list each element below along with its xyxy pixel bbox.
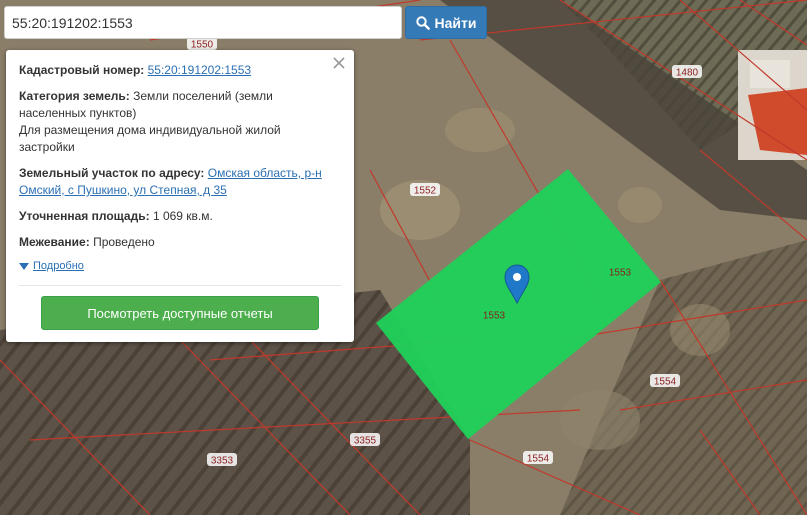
caret-down-icon [19, 263, 29, 270]
parcel-label: 1554 [523, 451, 553, 465]
parcel-label: 1552 [410, 183, 440, 197]
land-category-value-1: Земли поселений (земли [133, 89, 273, 103]
parcel-label: 1553 [479, 308, 509, 322]
parcel-label: 1553 [605, 265, 635, 279]
area-value: 1 069 кв.м. [152, 209, 213, 223]
parcel-label: 1554 [650, 374, 680, 388]
address-link-line-2[interactable]: Омский, с Пушкино, ул Степная, д 35 [19, 183, 227, 197]
details-toggle[interactable]: Подробно [19, 258, 341, 275]
search-button-label: Найти [434, 14, 477, 31]
search-icon [415, 15, 430, 30]
parcel-number: 3355 [354, 436, 377, 447]
search-bar [4, 6, 402, 39]
parcel-number: 1553 [609, 268, 632, 279]
land-use-value-2: застройки [19, 140, 75, 154]
parcel-number: 1550 [191, 40, 214, 51]
view-reports-button[interactable]: Посмотреть доступные отчеты [41, 296, 319, 330]
parcel-number: 1554 [654, 377, 677, 388]
land-use-value-1: Для размещения дома индивидуальной жилой [19, 123, 281, 137]
cadastral-number-link[interactable]: 55:20:191202:1553 [148, 63, 251, 77]
land-category-row: Категория земель: Земли поселений (земли… [19, 88, 341, 156]
survey-row: Межевание: Проведено [19, 234, 341, 251]
parcel-number: 1480 [676, 68, 699, 79]
cadastral-number-label: Кадастровый номер: [19, 63, 145, 77]
parcel-number: 3353 [211, 456, 234, 467]
search-button[interactable]: Найти [405, 6, 487, 39]
survey-label: Межевание: [19, 235, 90, 249]
parcel-label: 3355 [350, 433, 380, 447]
parcel-number: 1552 [414, 186, 437, 197]
address-link-line-1[interactable]: Омская область, р-н [208, 166, 322, 180]
search-input[interactable] [4, 6, 402, 39]
land-category-label: Категория земель: [19, 89, 130, 103]
close-icon[interactable] [332, 56, 346, 70]
address-row: Земельный участок по адресу: Омская обла… [19, 165, 341, 199]
survey-value: Проведено [93, 235, 155, 249]
details-link[interactable]: Подробно [33, 258, 84, 275]
parcel-label: 1550 [187, 37, 217, 51]
area-label: Уточненная площадь: [19, 209, 150, 223]
parcel-label: 1480 [672, 65, 702, 79]
divider [19, 285, 341, 286]
cadastral-number-row: Кадастровый номер: 55:20:191202:1553 [19, 62, 341, 79]
area-row: Уточненная площадь: 1 069 кв.м. [19, 208, 341, 225]
parcel-number: 1554 [527, 454, 550, 465]
parcel-info-popup: Кадастровый номер: 55:20:191202:1553 Кат… [6, 50, 354, 342]
address-label: Земельный участок по адресу: [19, 166, 205, 180]
land-category-value-2: населенных пунктов) [19, 106, 137, 120]
parcel-label: 3353 [207, 453, 237, 467]
parcel-number: 1553 [483, 311, 506, 322]
